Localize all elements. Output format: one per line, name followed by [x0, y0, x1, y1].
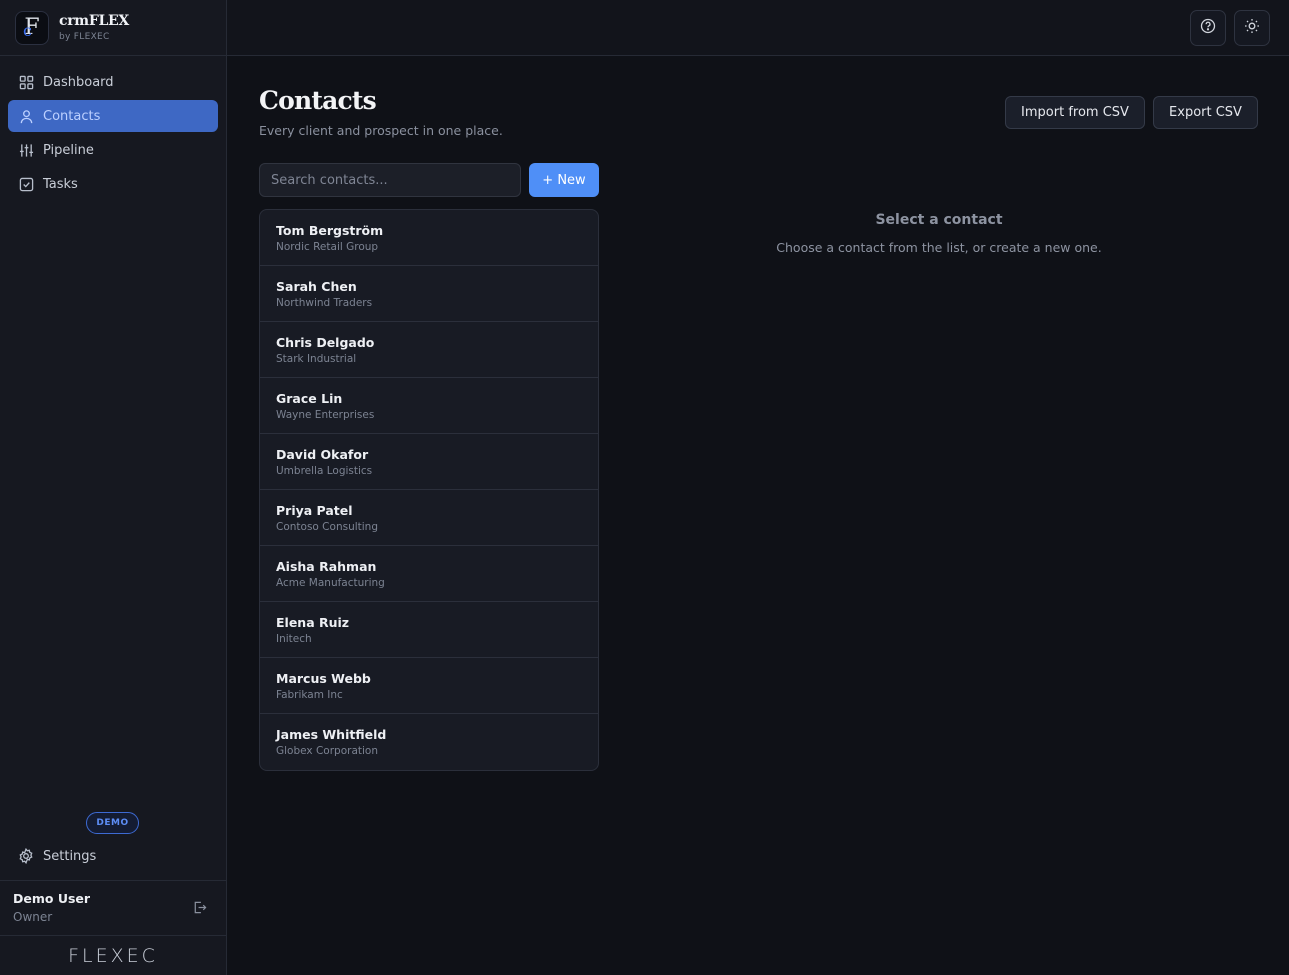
contact-company: Acme Manufacturing — [276, 577, 385, 589]
page-subtitle: Every client and prospect in one place. — [259, 123, 503, 138]
contact-name: Tom Bergström — [276, 223, 384, 238]
sidebar-item-label: Dashboard — [43, 74, 114, 90]
empty-state-subtitle: Choose a contact from the list, or creat… — [776, 240, 1102, 255]
contact-name: Marcus Webb — [276, 671, 371, 686]
list-item[interactable]: Tom Bergström Nordic Retail Group — [260, 210, 598, 266]
contact-company: Globex Corporation — [276, 745, 378, 757]
contact-company: Northwind Traders — [276, 297, 373, 309]
contact-company: Wayne Enterprises — [276, 409, 375, 421]
contact-name: Chris Delgado — [276, 335, 375, 350]
sidebar-item-label: Contacts — [43, 108, 101, 124]
checkbox-icon — [18, 176, 34, 192]
help-icon — [1200, 18, 1216, 38]
contact-company: Initech — [276, 633, 312, 645]
brand[interactable]: cF crmFLEX by FLEXEC — [0, 0, 226, 56]
sidebar: cF crmFLEX by FLEXEC Dashboard Contacts — [0, 0, 227, 975]
contact-name: Aisha Rahman — [276, 559, 377, 574]
topbar — [227, 0, 1289, 56]
sidebar-item-pipeline[interactable]: Pipeline — [8, 134, 218, 166]
export-csv-button[interactable]: Export CSV — [1153, 96, 1258, 129]
import-csv-button[interactable]: Import from CSV — [1005, 96, 1145, 129]
gear-icon — [18, 848, 34, 864]
user-block: Demo User Owner — [0, 880, 226, 936]
sidebar-item-tasks[interactable]: Tasks — [8, 168, 218, 200]
contact-name: Grace Lin — [276, 391, 343, 406]
contact-company: Stark Industrial — [276, 353, 357, 365]
sidebar-nav: Dashboard Contacts Pipeline Tasks — [0, 56, 226, 200]
list-item[interactable]: Aisha Rahman Acme Manufacturing — [260, 546, 598, 602]
new-contact-button[interactable]: + New — [529, 163, 599, 197]
sliders-icon — [18, 142, 34, 158]
demo-badge: DEMO — [86, 812, 139, 834]
sun-icon — [1244, 18, 1260, 38]
logout-icon[interactable] — [192, 900, 208, 916]
page-title: Contacts — [259, 86, 377, 115]
list-item[interactable]: Sarah Chen Northwind Traders — [260, 266, 598, 322]
list-item[interactable]: James Whitfield Globex Corporation — [260, 714, 598, 770]
list-item[interactable]: Marcus Webb Fabrikam Inc — [260, 658, 598, 714]
user-icon — [18, 108, 34, 124]
list-item[interactable]: Elena Ruiz Initech — [260, 602, 598, 658]
contact-name: Elena Ruiz — [276, 615, 350, 630]
grid-icon — [18, 74, 34, 90]
contact-company: Fabrikam Inc — [276, 689, 343, 701]
contact-company: Nordic Retail Group — [276, 241, 379, 253]
list-item[interactable]: Chris Delgado Stark Industrial — [260, 322, 598, 378]
list-item[interactable]: Priya Patel Contoso Consulting — [260, 490, 598, 546]
user-name: Demo User — [13, 891, 91, 906]
brand-subtitle: by FLEXEC — [59, 32, 110, 42]
sidebar-item-label: Tasks — [43, 176, 78, 192]
contact-company: Contoso Consulting — [276, 521, 378, 533]
help-button[interactable] — [1190, 10, 1226, 46]
flexec-logo: FLEXEC — [68, 945, 158, 967]
list-item[interactable]: David Okafor Umbrella Logistics — [260, 434, 598, 490]
contact-name: Sarah Chen — [276, 279, 357, 294]
search-input[interactable] — [259, 163, 521, 197]
brand-name: crmFLEX — [59, 13, 129, 29]
brand-logo-icon: cF — [15, 10, 49, 45]
sidebar-item-dashboard[interactable]: Dashboard — [8, 66, 218, 98]
settings-label: Settings — [43, 848, 97, 864]
contact-name: David Okafor — [276, 447, 369, 462]
contact-list: Tom Bergström Nordic Retail Group Sarah … — [259, 209, 599, 771]
contact-company: Umbrella Logistics — [276, 465, 373, 477]
contact-name: Priya Patel — [276, 503, 353, 518]
list-item[interactable]: Grace Lin Wayne Enterprises — [260, 378, 598, 434]
user-role: Owner — [13, 910, 53, 924]
sidebar-item-contacts[interactable]: Contacts — [8, 100, 218, 132]
empty-state-title: Select a contact — [875, 212, 1003, 228]
sidebar-item-label: Pipeline — [43, 142, 94, 158]
theme-toggle-button[interactable] — [1234, 10, 1270, 46]
contact-name: James Whitfield — [276, 727, 387, 742]
sidebar-item-settings[interactable]: Settings — [8, 840, 219, 872]
